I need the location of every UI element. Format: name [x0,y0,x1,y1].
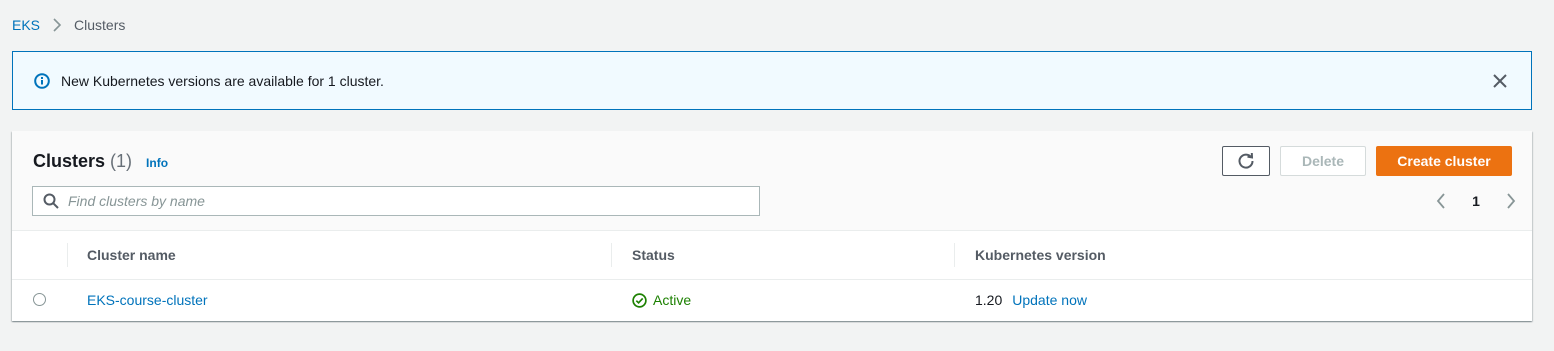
column-header-kubernetes-version[interactable]: Kubernetes version [975,231,1106,279]
cluster-count: (1) [110,151,133,171]
panel-header: Clusters (1) Info Delete Create cluster [12,131,1532,231]
chevron-right-icon [1506,193,1516,209]
column-header-status[interactable]: Status [632,231,675,279]
status-positive-icon [632,292,647,308]
pagination: 1 [1436,191,1516,211]
delete-button[interactable]: Delete [1280,146,1366,176]
close-icon [1493,74,1507,88]
kubernetes-version-value: 1.20 [975,292,1003,308]
panel-title-text: Clusters [33,151,106,171]
info-link[interactable]: Info [146,156,168,170]
breadcrumb: EKS Clusters [12,17,125,33]
breadcrumb-eks-link[interactable]: EKS [12,17,40,33]
notification-message: New Kubernetes versions are available fo… [61,72,384,89]
column-divider [954,243,955,267]
table-header: Cluster name Status Kubernetes version [12,231,1532,280]
refresh-icon [1237,152,1255,170]
update-now-link[interactable]: Update now [1012,292,1087,308]
next-page-button[interactable] [1506,193,1516,209]
dismiss-notification-button[interactable] [1491,72,1509,90]
previous-page-button[interactable] [1436,193,1446,209]
refresh-button[interactable] [1222,146,1270,176]
create-cluster-button[interactable]: Create cluster [1376,146,1512,176]
search-box [32,186,760,216]
status-badge: Active [632,292,691,308]
current-page-number[interactable]: 1 [1472,193,1480,209]
column-header-cluster-name[interactable]: Cluster name [87,231,176,279]
status-text: Active [653,292,692,308]
chevron-right-icon [52,18,62,32]
column-divider [611,243,612,267]
row-select-radio[interactable] [33,293,46,306]
search-input[interactable] [68,193,708,209]
clusters-panel: Clusters (1) Info Delete Create cluster [12,131,1532,321]
version-notification-banner: New Kubernetes versions are available fo… [12,51,1532,110]
search-icon [43,193,59,209]
table-row: EKS-course-cluster Active 1.20 Update no… [12,280,1532,320]
chevron-left-icon [1436,193,1446,209]
info-icon [34,72,50,89]
panel-title: Clusters (1) Info [33,151,168,172]
cluster-name-link[interactable]: EKS-course-cluster [87,292,208,308]
breadcrumb-current: Clusters [74,17,126,33]
column-divider [67,243,68,267]
